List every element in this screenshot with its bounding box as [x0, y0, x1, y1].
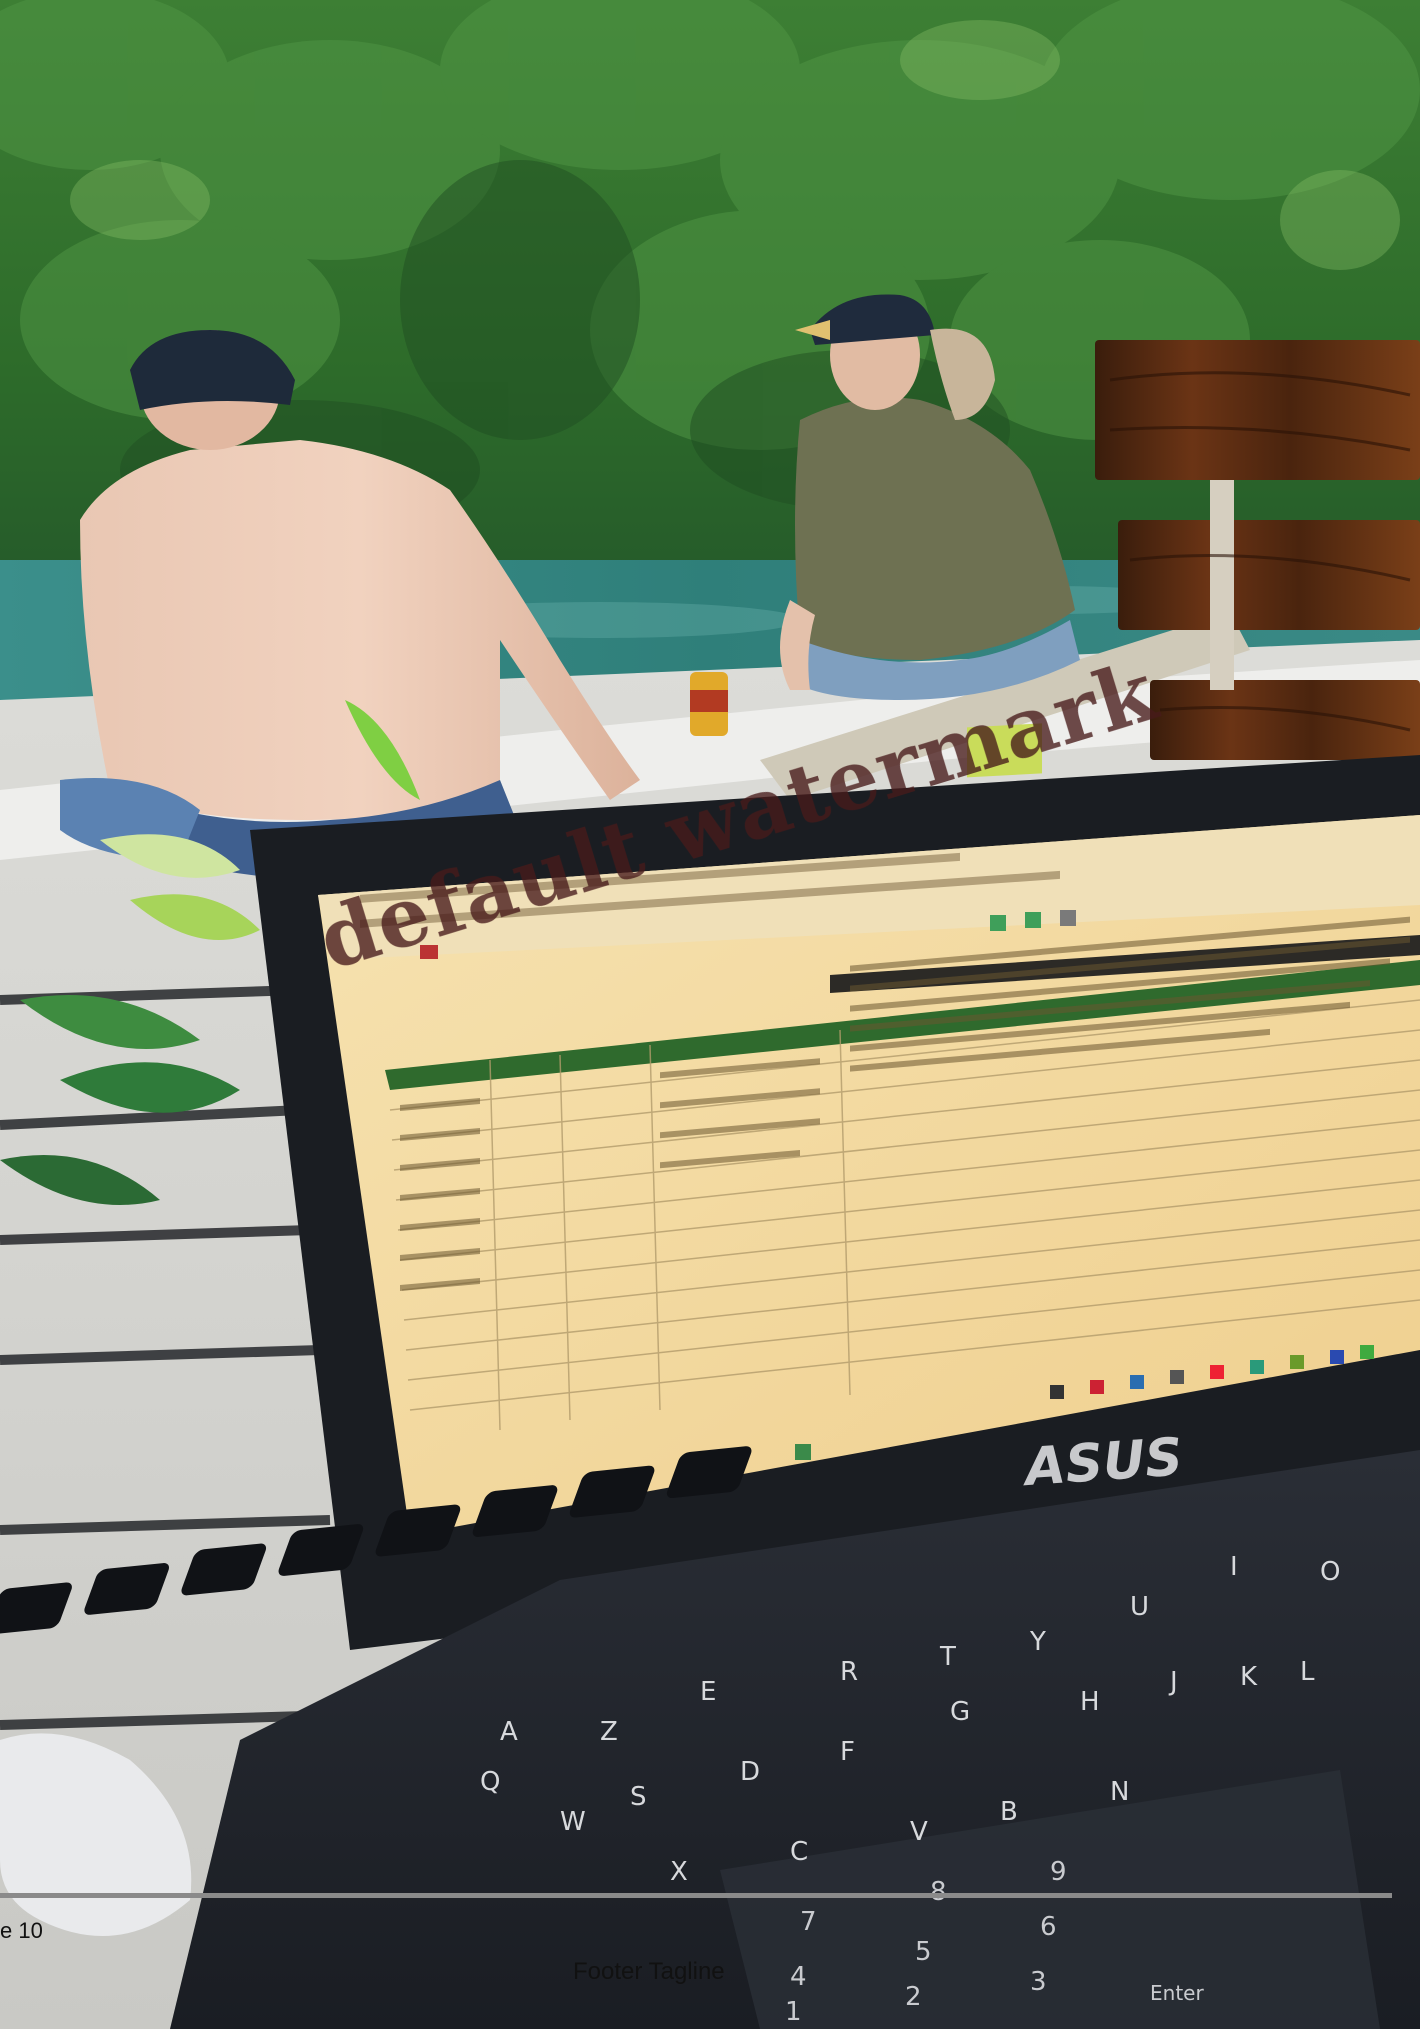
- svg-text:F: F: [840, 1737, 855, 1767]
- svg-text:J: J: [1168, 1667, 1178, 1697]
- svg-text:4: 4: [790, 1962, 807, 1992]
- photo-scene: ASUS T Y U I O R E G H J K L F D S Z C V…: [0, 0, 1420, 2029]
- svg-text:8: 8: [930, 1877, 947, 1907]
- svg-text:Y: Y: [1029, 1627, 1046, 1657]
- svg-text:O: O: [1320, 1557, 1340, 1587]
- svg-text:Z: Z: [600, 1717, 618, 1747]
- svg-text:X: X: [670, 1857, 688, 1887]
- svg-text:6: 6: [1040, 1912, 1057, 1942]
- svg-text:S: S: [630, 1782, 647, 1812]
- svg-text:C: C: [790, 1837, 808, 1867]
- svg-text:R: R: [840, 1657, 858, 1687]
- svg-text:Enter: Enter: [1150, 1981, 1204, 2005]
- svg-text:9: 9: [1050, 1857, 1067, 1887]
- svg-text:7: 7: [800, 1907, 817, 1937]
- footer-divider: [0, 1893, 1392, 1898]
- footer-tagline: Footer Tagline: [573, 1958, 725, 1985]
- svg-text:H: H: [1080, 1687, 1100, 1717]
- svg-text:G: G: [950, 1697, 970, 1727]
- svg-text:K: K: [1240, 1662, 1258, 1692]
- beverage-can: [690, 672, 728, 736]
- svg-text:T: T: [939, 1642, 956, 1672]
- page-number: e 10: [0, 1918, 43, 1943]
- svg-text:1: 1: [785, 1997, 802, 2027]
- svg-text:L: L: [1300, 1657, 1315, 1687]
- svg-text:5: 5: [915, 1937, 932, 1967]
- svg-text:I: I: [1230, 1552, 1238, 1582]
- svg-text:2: 2: [905, 1982, 922, 2012]
- svg-text:W: W: [560, 1807, 586, 1837]
- svg-text:U: U: [1130, 1592, 1149, 1622]
- svg-text:V: V: [910, 1817, 928, 1847]
- svg-text:E: E: [700, 1677, 716, 1707]
- svg-text:N: N: [1110, 1777, 1129, 1807]
- svg-text:A: A: [500, 1717, 518, 1747]
- asus-logo: ASUS: [1019, 1427, 1184, 1498]
- svg-text:Q: Q: [480, 1767, 500, 1797]
- svg-text:D: D: [740, 1757, 760, 1787]
- svg-text:3: 3: [1030, 1967, 1047, 1997]
- svg-text:B: B: [1000, 1797, 1018, 1827]
